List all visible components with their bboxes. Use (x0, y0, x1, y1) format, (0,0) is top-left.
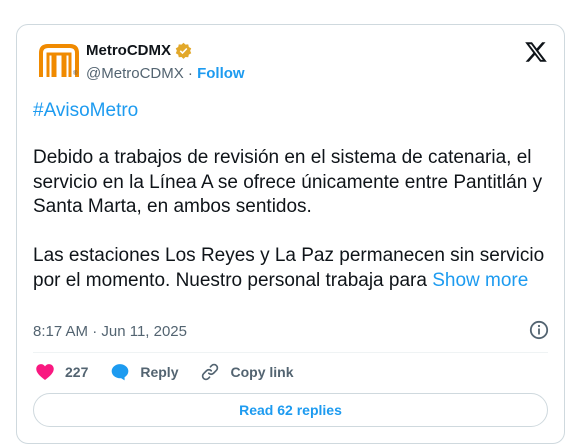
follow-button[interactable]: Follow (197, 65, 245, 82)
info-icon[interactable] (529, 320, 549, 340)
divider (33, 352, 548, 353)
tweet-paragraph-2: Las estaciones Los Reyes y La Paz perman… (33, 244, 553, 293)
author-handle[interactable]: @MetroCDMX (86, 65, 184, 82)
hashtag-link[interactable]: #AvisoMetro (33, 100, 138, 122)
copy-link-label: Copy link (230, 364, 294, 380)
heart-icon (36, 364, 54, 380)
registered-mark-icon: ® (73, 71, 78, 77)
like-button[interactable]: 227 (35, 362, 88, 382)
reply-label: Reply (140, 364, 179, 380)
author-name[interactable]: MetroCDMX (86, 42, 171, 59)
x-logo-icon[interactable] (524, 40, 548, 64)
like-count: 227 (65, 364, 89, 380)
handle-separator: · (183, 65, 198, 82)
verified-badge-icon (175, 42, 192, 59)
author-handle-row: @MetroCDMX · Follow (86, 65, 245, 82)
tweet-text: Debido a trabajos de revisión en el sist… (33, 146, 553, 293)
show-more-link[interactable]: Show more (432, 270, 528, 291)
tweet-paragraph-1: Debido a trabajos de revisión en el sist… (33, 147, 543, 217)
tweet-timestamp[interactable]: 8:17 AM · Jun 11, 2025 (33, 323, 187, 340)
reply-bubble-icon (112, 364, 129, 381)
reply-button[interactable]: Reply (110, 362, 178, 382)
tweet-card: ® MetroCDMX @MetroCDMX · Follow #AvisoMe… (16, 24, 565, 444)
link-icon (202, 363, 219, 381)
copy-link-button[interactable]: Copy link (200, 362, 294, 382)
action-bar: 227 Reply Copy link (35, 361, 294, 383)
read-replies-button[interactable]: Read 62 replies (33, 393, 548, 427)
author-name-row: MetroCDMX (86, 42, 192, 59)
